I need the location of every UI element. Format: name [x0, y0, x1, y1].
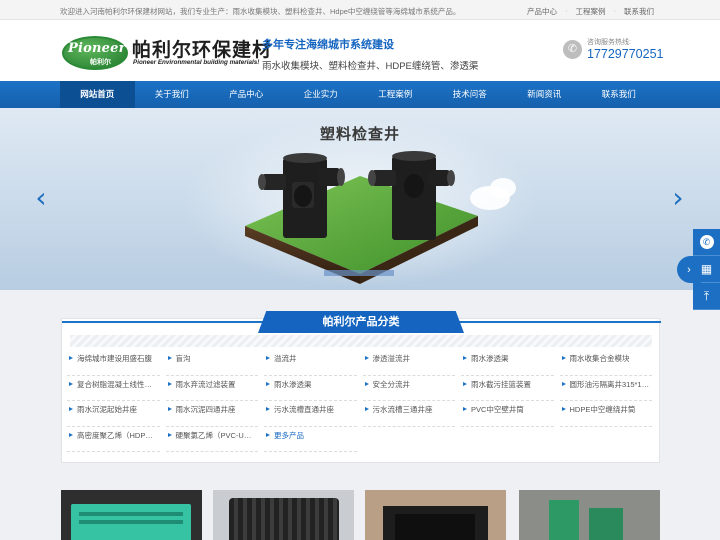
more-products-link[interactable]: 更多产品 [264, 427, 357, 452]
nav-item-news[interactable]: 新闻资讯 [507, 81, 582, 108]
category-item[interactable]: PVC中空壁井筒 [461, 401, 554, 427]
separator: · [565, 6, 568, 15]
header-slogan: 多年专注海绵城市系统建设 雨水收集模块、塑料检查井、HDPE缠绕管、渗透渠 [262, 36, 478, 72]
product-category-panel: 帕利尔产品分类 海绵城市建设用盛石腹 盲沟 溢流井 渗透溢流井 雨水渗透渠 雨水收集合金模… [61, 311, 661, 463]
expand-float-button[interactable]: › [677, 256, 701, 283]
top-bar: 欢迎进入河南帕利尔环保建材网站，我们专业生产：雨水收集模块、塑料检查井、Hdpe… [0, 0, 720, 20]
category-item[interactable]: 雨水截污挂篮装置 [461, 376, 554, 401]
product-thumb[interactable] [365, 490, 506, 540]
logo-company-name: 帕利尔环保建材 [132, 40, 273, 61]
nav-item-cases[interactable]: 工程案例 [358, 81, 433, 108]
chevron-right-icon: › [687, 263, 691, 276]
category-item[interactable]: 复合树脂混凝土线性… [67, 376, 160, 401]
nav-item-contact[interactable]: 联系我们 [582, 81, 657, 108]
product-thumb[interactable] [519, 490, 660, 540]
category-item[interactable]: 雨水渗透渠 [264, 376, 357, 401]
logo-emblem: Pioneer 帕利尔 [62, 36, 128, 70]
chevron-left-icon: ‹ [35, 181, 47, 214]
category-list: 海绵城市建设用盛石腹 盲沟 溢流井 渗透溢流井 雨水渗透渠 雨水收集合金模块 复合树脂混凝土… [67, 350, 659, 452]
phone-icon: ✆ [699, 235, 714, 249]
category-item[interactable]: 污水流槽三通井座 [362, 401, 455, 427]
category-item[interactable]: 雨水收集合金模块 [559, 350, 652, 376]
nav-item-home[interactable]: 网站首页 [60, 81, 135, 108]
category-item[interactable]: 高密度聚乙烯（HDP… [67, 427, 160, 452]
phone-float-button[interactable]: ✆ [693, 229, 720, 256]
grass-block [245, 176, 478, 274]
hotline-label: 咨询服务热线: [587, 39, 631, 46]
hotline-number[interactable]: 17729770251 [587, 47, 663, 61]
separator: · [613, 6, 617, 15]
hero-banner[interactable]: 塑料检查井 ‹ › [0, 108, 720, 290]
category-item[interactable]: 圆形油污隔离井315*1… [559, 376, 652, 401]
category-title: 帕利尔产品分类 [258, 311, 464, 333]
slogan-title: 多年专注海绵城市系统建设 [262, 39, 394, 51]
nav-item-faq[interactable]: 技术问答 [433, 81, 508, 108]
category-item[interactable]: 盲沟 [165, 350, 258, 376]
category-item[interactable]: 海绵城市建设用盛石腹 [67, 350, 160, 376]
category-item[interactable]: 雨水沉泥四通井座 [165, 401, 258, 427]
category-stripe-decoration [70, 335, 652, 347]
main-nav: 网站首页 关于我们 产品中心 企业实力 工程案例 技术问答 新闻资讯 联系我们 [0, 81, 720, 108]
category-header: 帕利尔产品分类 [62, 311, 661, 333]
category-item[interactable]: 雨水沉泥起始井座 [67, 401, 160, 427]
phone-icon: ✆ [563, 40, 582, 59]
top-link-cases[interactable]: 工程案例 [576, 6, 606, 17]
hotline: ✆ 咨询服务热线: 17729770251 [560, 34, 670, 68]
category-item[interactable]: 污水流槽直通井座 [264, 401, 357, 427]
top-link-products[interactable]: 产品中心 [527, 6, 557, 17]
logo-cn-small: 帕利尔 [90, 59, 111, 66]
site-logo[interactable]: Pioneer 帕利尔 帕利尔环保建材 Pioneer Environmenta… [62, 36, 278, 72]
nav-item-about[interactable]: 关于我们 [135, 81, 210, 108]
category-item[interactable]: HDPE中空缠绕井筒 [559, 401, 652, 427]
site-header: Pioneer 帕利尔 帕利尔环保建材 Pioneer Environmenta… [0, 20, 720, 81]
banner-prev-button[interactable]: ‹ [33, 183, 49, 213]
qrcode-icon: ▦ [700, 262, 713, 276]
side-float-toolbar: ✆ ▦ ⤒ › [677, 229, 720, 310]
category-item[interactable]: 安全分流井 [362, 376, 455, 401]
top-links: 产品中心 · 工程案例 · 联系我们 [527, 6, 654, 17]
slogan-subtitle: 雨水收集模块、塑料检查井、HDPE缠绕管、渗透渠 [262, 61, 479, 72]
back-to-top-icon: ⤒ [703, 288, 710, 303]
category-item[interactable]: 渗透溢流井 [362, 350, 455, 376]
top-link-contact[interactable]: 联系我们 [624, 6, 654, 17]
category-item[interactable]: 雨水渗透渠 [461, 350, 554, 376]
nav-item-products[interactable]: 产品中心 [209, 81, 284, 108]
logo-tagline: Pioneer Environmental building materials… [133, 59, 260, 66]
product-thumbnails [61, 490, 660, 540]
welcome-text: 欢迎进入河南帕利尔环保建材网站，我们专业生产：雨水收集模块、塑料检查井、Hdpe… [60, 7, 461, 16]
nav-item-strength[interactable]: 企业实力 [284, 81, 359, 108]
category-item[interactable]: 溢流井 [264, 350, 357, 376]
product-thumb[interactable] [61, 490, 202, 540]
product-thumb[interactable] [213, 490, 354, 540]
banner-illustration [245, 151, 478, 284]
logo-en-text: Pioneer [68, 41, 126, 56]
banner-next-button[interactable]: › [670, 183, 686, 213]
category-item[interactable]: 雨水弃流过滤装置 [165, 376, 258, 401]
category-item[interactable]: 硬聚氯乙烯（PVC-U… [165, 427, 258, 452]
chevron-right-icon: › [672, 181, 684, 214]
back-to-top-button[interactable]: ⤒ [693, 283, 720, 310]
